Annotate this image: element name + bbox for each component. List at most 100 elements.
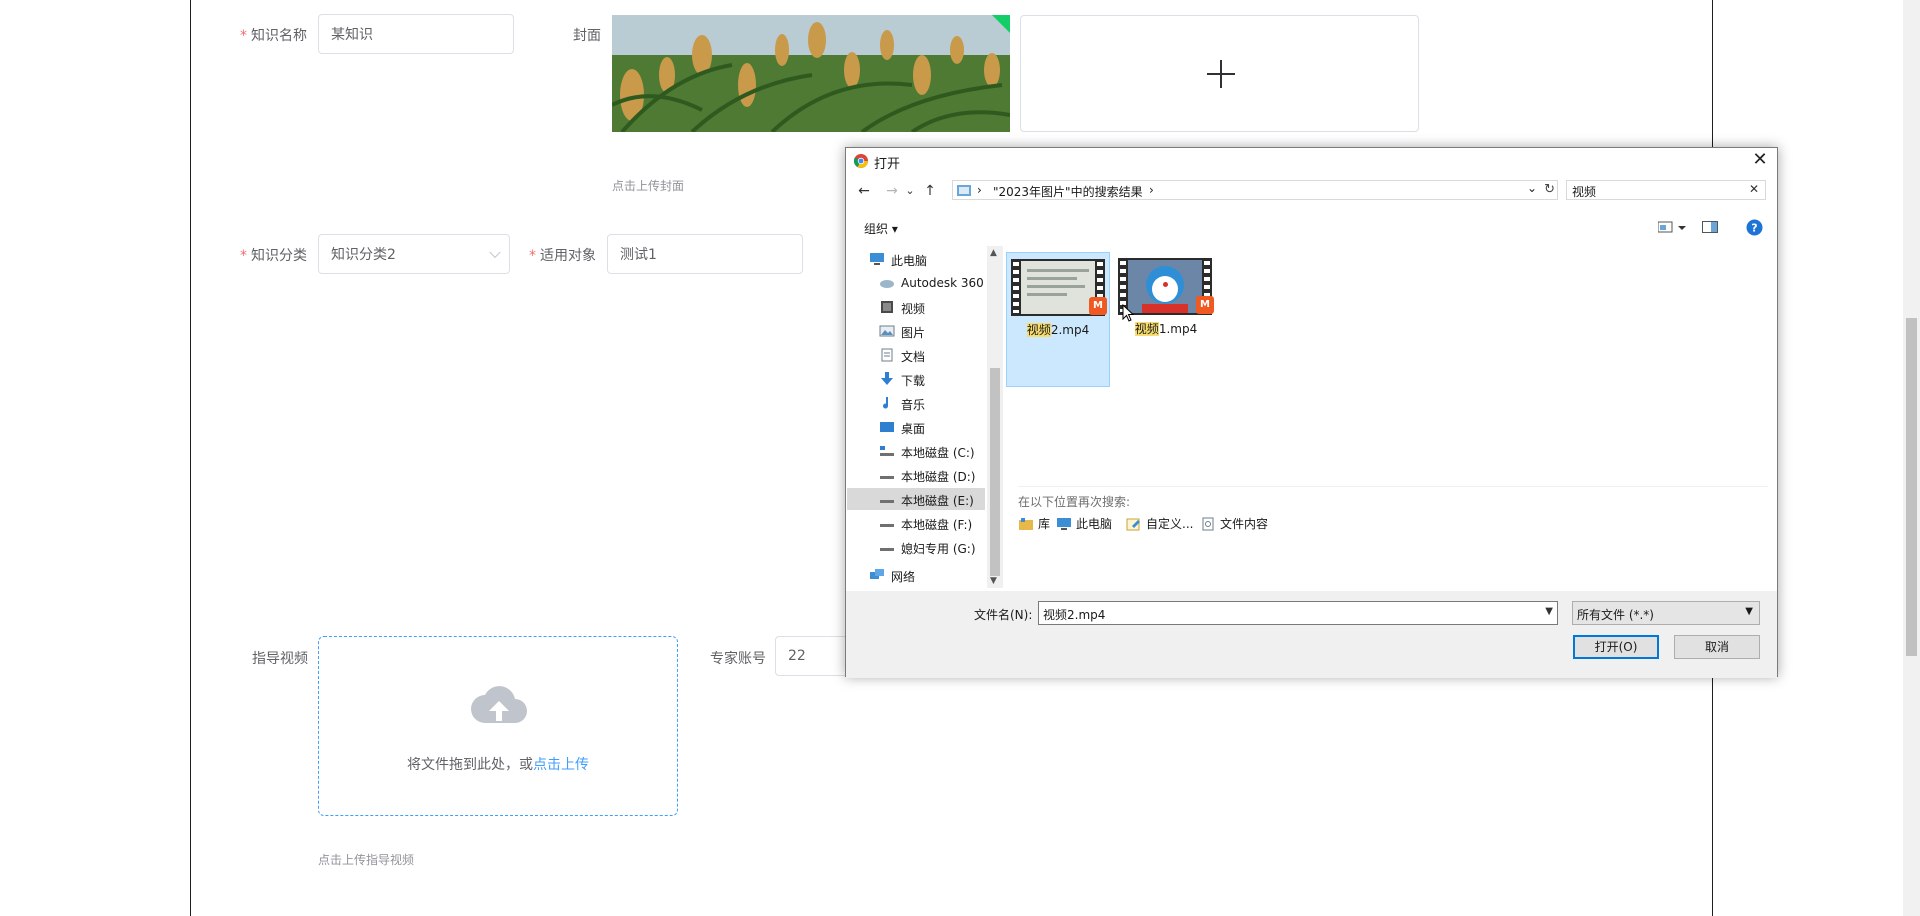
expert-input[interactable]: 22 — [775, 636, 845, 676]
document-folder-icon — [881, 348, 893, 362]
chevron-down-icon[interactable]: ▼ — [1545, 606, 1553, 617]
search-again-custom[interactable]: 自定义... — [1126, 515, 1193, 532]
dialog-title: 打开 — [874, 157, 901, 172]
file-item-video2[interactable]: M 视频2.mp4 — [1006, 252, 1110, 387]
cover-tip: 点击上传封面 — [612, 179, 685, 193]
cover-image[interactable] — [612, 15, 1010, 132]
desktop-folder-icon — [880, 422, 894, 432]
library-icon — [1019, 518, 1033, 530]
tree-item-desktop[interactable]: 桌面 — [847, 416, 985, 438]
cover-status-corner — [992, 15, 1010, 33]
address-dropdown[interactable]: ⌄ — [1527, 181, 1537, 195]
close-button[interactable]: ✕ — [1749, 150, 1771, 170]
file-item-video1[interactable]: M 视频1.mp4 — [1114, 252, 1218, 387]
custom-folder-icon — [1126, 518, 1140, 531]
tree-item-music[interactable]: 音乐 — [847, 392, 985, 414]
file-open-dialog: 打开 ✕ ← → ⌄ ↑ › "2023年图片"中的搜索结果 › ⌄ ↻ 视频 … — [845, 147, 1778, 678]
tree-item-drive-g[interactable]: 媳妇专用 (G:) — [847, 536, 985, 558]
target-input[interactable]: 测试1 — [607, 234, 803, 274]
media-player-icon: M — [1089, 297, 1107, 315]
tree-item-videos[interactable]: 视频 — [847, 296, 985, 318]
name-input[interactable]: 某知识 — [318, 14, 514, 54]
tree-item-documents[interactable]: 文档 — [847, 344, 985, 366]
millet-photo — [612, 15, 1010, 132]
video-upload-dropzone[interactable]: 将文件拖到此处，或点击上传 — [318, 636, 678, 816]
video-tip: 点击上传指导视频 — [318, 853, 415, 867]
drive-icon — [880, 500, 894, 503]
drive-icon — [880, 548, 894, 551]
search-results-icon — [957, 185, 971, 196]
filename-label: 文件名(N): — [974, 608, 1033, 622]
category-select[interactable]: 知识分类2 — [318, 234, 510, 274]
category-label: * 知识分类 — [240, 248, 307, 264]
back-button[interactable]: ← — [854, 181, 874, 201]
download-folder-icon — [881, 372, 893, 385]
preview-pane-icon[interactable] — [1702, 220, 1718, 234]
computer-icon — [870, 253, 884, 265]
file-type-select[interactable]: 所有文件 (*.*) ▼ — [1572, 601, 1760, 625]
scroll-up-icon[interactable]: ▲ — [990, 248, 997, 258]
view-options-icon[interactable] — [1658, 220, 1688, 234]
upload-instructions: 将文件拖到此处，或点击上传 — [407, 757, 589, 773]
chevron-down-icon: ▼ — [1745, 606, 1753, 617]
drive-icon — [880, 524, 894, 527]
media-player-icon: M — [1196, 296, 1214, 314]
upload-link[interactable]: 点击上传 — [533, 757, 589, 773]
navigation-pane: 此电脑 Autodesk 360 视频 图片 文档 下载 音乐 桌面 本地磁盘 … — [847, 246, 987, 588]
chevron-down-icon — [489, 246, 501, 259]
content-left-border — [190, 0, 191, 916]
help-icon[interactable]: ? — [1746, 219, 1763, 236]
name-label: * 知识名称 — [240, 28, 307, 44]
tree-item-pictures[interactable]: 图片 — [847, 320, 985, 342]
tree-item-autodesk[interactable]: Autodesk 360 — [847, 272, 985, 294]
expert-label: 专家账号 — [710, 651, 766, 667]
network-icon — [870, 569, 884, 579]
search-again-this-pc[interactable]: 此电脑 — [1056, 515, 1112, 532]
search-input[interactable]: 视频 ✕ — [1566, 180, 1766, 200]
open-button[interactable]: 打开(O) — [1573, 635, 1659, 659]
tree-item-downloads[interactable]: 下载 — [847, 368, 985, 390]
tree-item-drive-c[interactable]: 本地磁盘 (C:) — [847, 440, 985, 462]
file-name: 视频2.mp4 — [1026, 323, 1090, 337]
search-again-library[interactable]: 库 — [1018, 515, 1050, 532]
tree-item-network[interactable]: 网络 — [847, 564, 985, 586]
cloud-drive-icon — [880, 280, 894, 288]
cancel-button[interactable]: 取消 — [1674, 635, 1760, 659]
search-again-label: 在以下位置再次搜索: — [1018, 495, 1131, 509]
video-label: 指导视频 — [252, 651, 308, 667]
file-content-icon — [1202, 517, 1214, 531]
tree-item-drive-f[interactable]: 本地磁盘 (F:) — [847, 512, 985, 534]
filename-input[interactable]: 视频2.mp4 ▼ — [1038, 601, 1558, 625]
cover-label: 封面 — [573, 28, 601, 44]
clear-search-button[interactable]: ✕ — [1749, 182, 1759, 196]
address-path[interactable]: "2023年图片"中的搜索结果 — [993, 183, 1143, 200]
svg-text:?: ? — [1751, 222, 1757, 235]
file-name: 视频1.mp4 — [1134, 322, 1198, 336]
refresh-button[interactable]: ↻ — [1544, 182, 1555, 197]
drive-icon — [880, 476, 894, 479]
organize-menu[interactable]: 组织 ▾ — [864, 220, 898, 237]
cloud-upload-icon — [471, 686, 527, 723]
tree-item-drive-e[interactable]: 本地磁盘 (E:) — [847, 488, 985, 510]
video-folder-icon — [881, 301, 893, 313]
tree-item-this-pc[interactable]: 此电脑 — [847, 248, 985, 270]
dialog-footer: 文件名(N): 视频2.mp4 ▼ 所有文件 (*.*) ▼ 打开(O) 取消 — [846, 591, 1777, 678]
picture-folder-icon — [879, 325, 895, 337]
page-scrollbar-thumb[interactable] — [1906, 318, 1917, 656]
dialog-title-bar: 打开 ✕ — [846, 148, 1777, 174]
scroll-down-icon[interactable]: ▼ — [990, 576, 997, 586]
up-button[interactable]: ↑ — [920, 181, 940, 201]
mouse-cursor-icon — [1122, 304, 1134, 322]
chrome-icon — [854, 154, 868, 168]
forward-button[interactable]: → — [882, 181, 902, 201]
file-list: M 视频2.mp4 M 视频1.mp4 在以下位置再次搜索: 库 此电脑 自定义… — [1004, 246, 1777, 588]
system-drive-icon — [880, 446, 894, 456]
recent-locations-button[interactable]: ⌄ — [900, 181, 920, 201]
tree-item-drive-d[interactable]: 本地磁盘 (D:) — [847, 464, 985, 486]
music-folder-icon — [883, 397, 889, 409]
computer-icon — [1057, 518, 1071, 530]
tree-scrollbar-thumb[interactable] — [990, 368, 1000, 576]
search-again-file-contents[interactable]: 文件内容 — [1200, 515, 1268, 532]
address-bar[interactable]: › "2023年图片"中的搜索结果 › ⌄ ↻ — [952, 180, 1558, 200]
target-label: * 适用对象 — [529, 248, 596, 264]
